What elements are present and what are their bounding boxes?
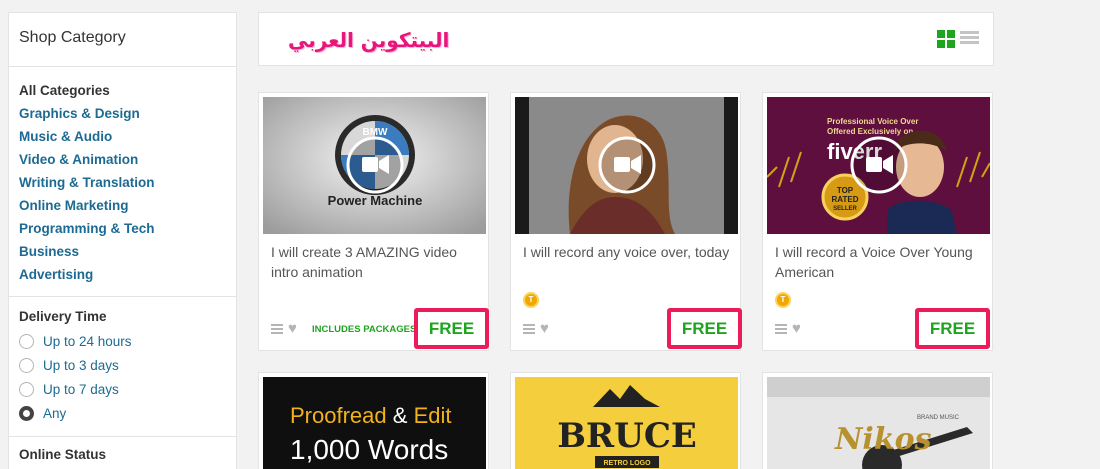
bruce-logo-text: BRUCE	[557, 416, 697, 456]
delivery-option-label: Up to 7 days	[43, 381, 119, 397]
gig-thumbnail[interactable]: Professional Voice Over Offered Exclusiv…	[767, 97, 990, 234]
thumbnail-caption: Power Machine	[328, 193, 423, 208]
grid-view-icon[interactable]	[937, 30, 955, 48]
gig-thumbnail[interactable]: BRUCE RETRO LOGO	[515, 377, 738, 469]
gig-thumbnail[interactable]: Proofread & Edit 1,000 Words	[263, 377, 486, 469]
category-graphics-design[interactable]: Graphics & Design	[19, 102, 226, 125]
retro-logo-text: RETRO LOGO	[603, 460, 651, 467]
category-business[interactable]: Business	[19, 240, 226, 263]
category-advertising[interactable]: Advertising	[19, 263, 226, 286]
category-list: All Categories Graphics & Design Music &…	[9, 67, 236, 297]
word-count-text: 1,000 Words	[290, 434, 448, 465]
gig-thumbnail[interactable]: Nikos BRAND MUSIC	[767, 377, 990, 469]
list-view-icon[interactable]	[960, 31, 979, 48]
menu-icon[interactable]	[775, 324, 787, 334]
gig-card[interactable]: Nikos BRAND MUSIC	[762, 372, 993, 469]
radio-button[interactable]	[19, 333, 34, 349]
category-writing-translation[interactable]: Writing & Translation	[19, 171, 226, 194]
delivery-option-label: Any	[43, 405, 67, 421]
heart-icon[interactable]: ♥	[288, 321, 297, 337]
thumbnail-text-line: Professional Voice Over	[827, 117, 918, 126]
badge-text-rated: RATED	[832, 195, 859, 204]
badge-text-top: TOP	[837, 186, 854, 195]
ampersand-text: &	[393, 403, 408, 428]
online-status-filter: Online Status	[9, 437, 236, 462]
price-free[interactable]: FREE	[414, 308, 489, 349]
gig-title[interactable]: I will record any voice over, today	[523, 242, 733, 262]
bmw-logo-text: BMW	[363, 127, 389, 138]
delivery-option-3-days[interactable]: Up to 3 days	[19, 353, 226, 377]
delivery-option-any[interactable]: Any	[19, 401, 226, 425]
delivery-option-label: Up to 3 days	[43, 357, 119, 373]
edit-text: Edit	[414, 403, 452, 428]
menu-icon[interactable]	[271, 324, 283, 334]
gig-title[interactable]: I will create 3 AMAZING video intro anim…	[271, 242, 481, 282]
nikos-logo-text: Nikos	[834, 422, 932, 457]
heart-icon[interactable]: ♥	[792, 321, 801, 337]
gig-thumbnail[interactable]: BMW Power Machine	[263, 97, 486, 234]
radio-button-checked[interactable]	[19, 405, 34, 421]
delivery-option-label: Up to 24 hours	[43, 333, 132, 349]
menu-icon[interactable]	[523, 324, 535, 334]
category-all[interactable]: All Categories	[19, 79, 226, 102]
online-status-heading: Online Status	[19, 447, 107, 462]
sidebar-title: Shop Category	[9, 13, 236, 67]
price-free[interactable]: FREE	[915, 308, 990, 349]
delivery-time-heading: Delivery Time	[19, 309, 107, 324]
watermark-text: البيتكوين العربي	[288, 28, 450, 52]
delivery-option-7-days[interactable]: Up to 7 days	[19, 377, 226, 401]
thumbnail-text-line: Offered Exclusively on	[827, 127, 913, 136]
top-rated-badge-icon: T	[523, 292, 539, 308]
top-rated-badge-icon: T	[775, 292, 791, 308]
gig-card[interactable]: BRUCE RETRO LOGO	[510, 372, 741, 469]
shop-category-sidebar: Shop Category All Categories Graphics & …	[8, 12, 237, 469]
gig-thumbnail[interactable]	[515, 97, 738, 234]
delivery-time-filter: Delivery Time Up to 24 hours Up to 3 day…	[9, 297, 236, 437]
delivery-option-24-hours[interactable]: Up to 24 hours	[19, 329, 226, 353]
gig-card[interactable]: Proofread & Edit 1,000 Words	[258, 372, 489, 469]
includes-packages-tag: INCLUDES PACKAGES	[312, 324, 417, 335]
brand-music-text: BRAND MUSIC	[917, 415, 960, 421]
category-video-animation[interactable]: Video & Animation	[19, 148, 226, 171]
heart-icon[interactable]: ♥	[540, 321, 549, 337]
badge-text-seller: SELLER	[833, 206, 857, 212]
category-online-marketing[interactable]: Online Marketing	[19, 194, 226, 217]
radio-button[interactable]	[19, 381, 34, 397]
category-music-audio[interactable]: Music & Audio	[19, 125, 226, 148]
gig-title[interactable]: I will record a Voice Over Young America…	[775, 242, 985, 282]
price-free[interactable]: FREE	[667, 308, 742, 349]
radio-button[interactable]	[19, 357, 34, 373]
category-programming-tech[interactable]: Programming & Tech	[19, 217, 226, 240]
proofread-text: Proofread	[290, 403, 387, 428]
svg-text:Proofread & Edit: Proofread & Edit	[290, 403, 451, 428]
